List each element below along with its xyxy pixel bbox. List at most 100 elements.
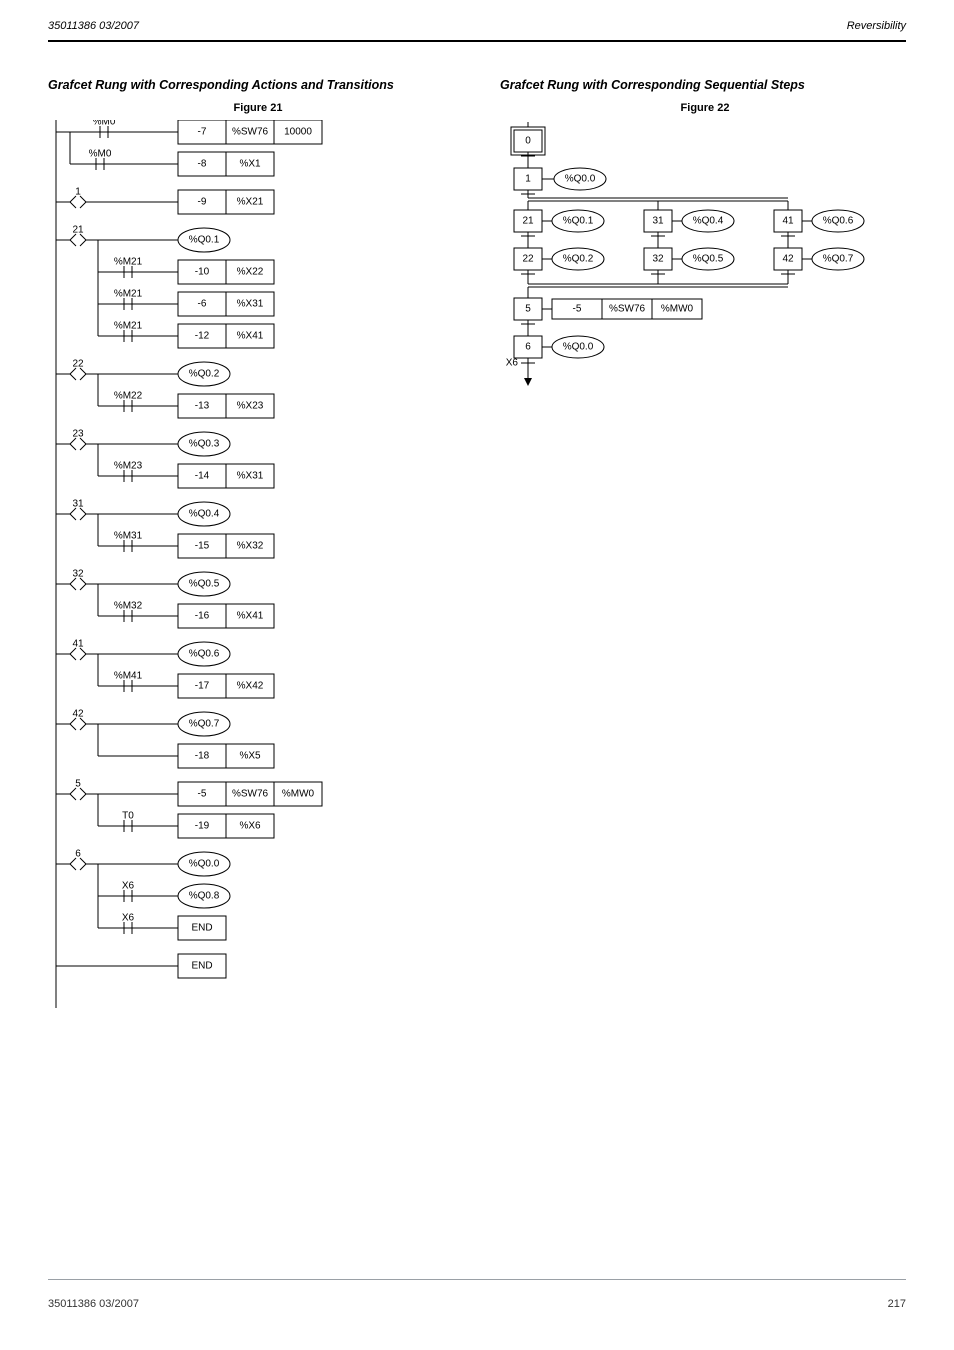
svg-text:-14: -14 xyxy=(195,471,210,482)
svg-text:%SW76: %SW76 xyxy=(232,127,269,138)
svg-text:-18: -18 xyxy=(195,751,210,762)
svg-text:%M32: %M32 xyxy=(114,601,143,612)
left-section-title: Grafcet Rung with Corresponding Actions … xyxy=(48,78,468,92)
svg-text:5: 5 xyxy=(75,779,81,790)
svg-text:-15: -15 xyxy=(195,541,210,552)
svg-text:X6: X6 xyxy=(122,913,135,924)
svg-text:5: 5 xyxy=(525,304,531,315)
svg-text:%Q0.3: %Q0.3 xyxy=(189,439,220,450)
footer-rule xyxy=(48,1279,906,1280)
svg-text:%X42: %X42 xyxy=(237,681,264,692)
svg-text:21: 21 xyxy=(72,225,84,236)
svg-text:%Q0.0: %Q0.0 xyxy=(565,174,596,185)
svg-text:%Q0.4: %Q0.4 xyxy=(693,216,724,227)
svg-text:10000: 10000 xyxy=(284,127,312,138)
svg-text:%Q0.4: %Q0.4 xyxy=(189,509,220,520)
svg-text:%M0: %M0 xyxy=(93,120,116,128)
svg-text:%X23: %X23 xyxy=(237,401,264,412)
svg-text:41: 41 xyxy=(72,639,84,650)
svg-text:-7: -7 xyxy=(198,127,207,138)
svg-text:%M0: %M0 xyxy=(89,149,112,160)
svg-text:-5: -5 xyxy=(573,304,582,315)
svg-text:%Q0.5: %Q0.5 xyxy=(189,579,220,590)
svg-text:%Q0.1: %Q0.1 xyxy=(189,235,220,246)
svg-text:%Q0.6: %Q0.6 xyxy=(189,649,220,660)
svg-text:-17: -17 xyxy=(195,681,210,692)
svg-text:-16: -16 xyxy=(195,611,210,622)
left-column: Grafcet Rung with Corresponding Actions … xyxy=(48,78,468,1008)
svg-text:%M31: %M31 xyxy=(114,531,143,542)
svg-text:%M21: %M21 xyxy=(114,321,143,332)
svg-text:%Q0.5: %Q0.5 xyxy=(693,254,724,265)
svg-text:6: 6 xyxy=(75,849,81,860)
svg-text:-10: -10 xyxy=(195,267,210,278)
svg-text:END: END xyxy=(191,961,212,972)
right-fig-label: Figure 22 xyxy=(500,102,910,114)
svg-text:%X6: %X6 xyxy=(239,821,261,832)
svg-text:-9: -9 xyxy=(198,197,207,208)
left-fig-label: Figure 21 xyxy=(48,102,468,114)
svg-text:%M21: %M21 xyxy=(114,289,143,300)
svg-text:31: 31 xyxy=(652,216,664,227)
svg-text:-6: -6 xyxy=(198,299,207,310)
svg-text:-19: -19 xyxy=(195,821,210,832)
svg-text:%Q0.7: %Q0.7 xyxy=(189,719,220,730)
right-section-title: Grafcet Rung with Corresponding Sequenti… xyxy=(500,78,910,92)
svg-text:X6: X6 xyxy=(506,358,519,369)
svg-text:%Q0.0: %Q0.0 xyxy=(563,342,594,353)
svg-text:%SW76: %SW76 xyxy=(232,789,269,800)
ladder-diagram: %M0 -7 %SW76 10000 -8 %X1 %M0 1 -9 %X21 21 %Q0.1 -10… xyxy=(48,120,388,1008)
svg-text:%M21: %M21 xyxy=(114,257,143,268)
svg-text:41: 41 xyxy=(782,216,794,227)
svg-text:-12: -12 xyxy=(195,331,210,342)
svg-text:%X31: %X31 xyxy=(237,299,264,310)
svg-text:%X41: %X41 xyxy=(237,331,264,342)
svg-text:0: 0 xyxy=(525,136,531,147)
svg-text:%Q0.2: %Q0.2 xyxy=(189,369,220,380)
svg-text:%MW0: %MW0 xyxy=(282,789,315,800)
svg-text:END: END xyxy=(191,923,212,934)
svg-text:23: 23 xyxy=(72,429,84,440)
svg-text:22: 22 xyxy=(522,254,534,265)
svg-text:-13: -13 xyxy=(195,401,210,412)
svg-text:T0: T0 xyxy=(122,811,134,822)
header-right: Reversibility xyxy=(847,20,906,32)
svg-text:1: 1 xyxy=(525,174,531,185)
svg-text:42: 42 xyxy=(782,254,794,265)
svg-text:%M22: %M22 xyxy=(114,391,143,402)
svg-text:42: 42 xyxy=(72,709,84,720)
svg-text:%X21: %X21 xyxy=(237,197,264,208)
svg-text:%M41: %M41 xyxy=(114,671,143,682)
svg-text:%Q0.2: %Q0.2 xyxy=(563,254,594,265)
svg-text:%Q0.6: %Q0.6 xyxy=(823,216,854,227)
footer-left: 35011386 03/2007 xyxy=(48,1298,139,1310)
svg-text:%SW76: %SW76 xyxy=(609,304,646,315)
svg-text:%Q0.0: %Q0.0 xyxy=(189,859,220,870)
svg-text:X6: X6 xyxy=(122,881,135,892)
page-header: 35011386 03/2007 Reversibility xyxy=(48,20,906,32)
svg-text:-8: -8 xyxy=(198,159,207,170)
svg-text:%MW0: %MW0 xyxy=(661,304,694,315)
svg-text:%X1: %X1 xyxy=(239,159,261,170)
header-rule xyxy=(48,40,906,42)
right-column: Grafcet Rung with Corresponding Sequenti… xyxy=(500,78,910,392)
svg-text:22: 22 xyxy=(72,359,84,370)
svg-text:1: 1 xyxy=(75,187,81,198)
svg-text:%X31: %X31 xyxy=(237,471,264,482)
header-left: 35011386 03/2007 xyxy=(48,20,139,32)
svg-text:%X32: %X32 xyxy=(237,541,264,552)
svg-text:%M23: %M23 xyxy=(114,461,143,472)
svg-text:21: 21 xyxy=(522,216,534,227)
svg-text:%X22: %X22 xyxy=(237,267,264,278)
svg-text:-5: -5 xyxy=(198,789,207,800)
svg-text:%Q0.7: %Q0.7 xyxy=(823,254,854,265)
sfc-diagram: 0 1 %Q0.0 21 %Q0.1 31 %Q0.4 41 %Q0.6 22 %Q0.2 32 %Q0… xyxy=(500,120,900,392)
svg-text:32: 32 xyxy=(72,569,84,580)
svg-text:%Q0.1: %Q0.1 xyxy=(563,216,594,227)
svg-text:%Q0.8: %Q0.8 xyxy=(189,891,220,902)
page-footer: 35011386 03/2007 217 xyxy=(48,1298,906,1310)
svg-text:6: 6 xyxy=(525,342,531,353)
svg-text:32: 32 xyxy=(652,254,664,265)
svg-text:31: 31 xyxy=(72,499,84,510)
svg-text:%X5: %X5 xyxy=(239,751,261,762)
